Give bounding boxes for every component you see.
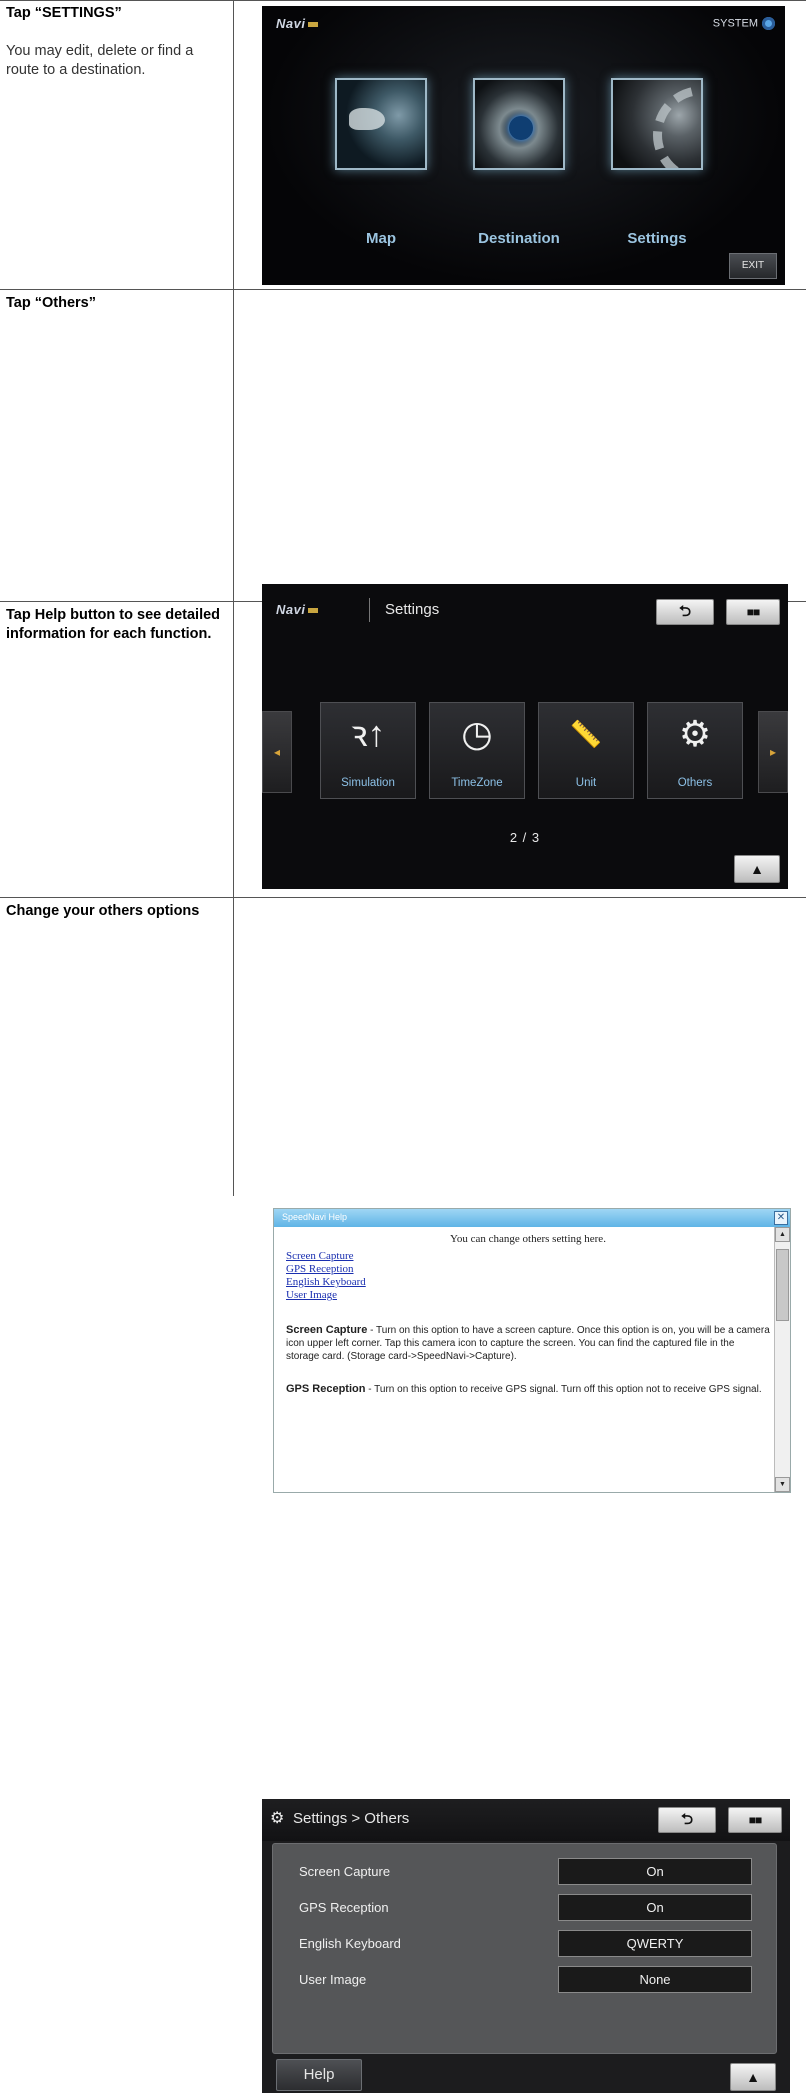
help-link-screen-capture[interactable]: Screen Capture [286,1250,770,1263]
settings-tile[interactable] [611,78,703,170]
help-window-title: SpeedNavi Help [282,1212,348,1222]
settings-label[interactable]: Settings [611,230,703,247]
scroll-up-icon[interactable]: ▲ [775,1227,790,1242]
system-label: SYSTEM [712,17,758,30]
help-intro: You can change others setting here. [450,1233,606,1245]
help-term: Screen Capture [286,1324,368,1336]
grid-icon: ■■ [748,1813,762,1827]
instruction-table: Tap “SETTINGS” You may edit, delete or f… [0,0,806,2093]
option-row-english-keyboard: English Keyboard QWERTY [273,1930,776,1960]
help-link-user-image[interactable]: User Image [286,1289,770,1302]
destination-label[interactable]: Destination [453,230,585,247]
help-screenshot: SpeedNavi Help ✕ You can change others s… [273,1208,791,1493]
main-menu-screenshot: Navi SYSTEM Map Destination Settings EXI… [262,6,785,285]
close-icon: ✕ [776,1212,786,1223]
option-row-user-image: User Image None [273,1966,776,1996]
help-paragraph-screen-capture: Screen Capture - Turn on this option to … [286,1324,770,1363]
navi-logo-text: Navi [276,16,306,31]
step-1-description: You may edit, delete or find a route to … [6,43,194,78]
others-title: Settings > Others [293,1810,410,1827]
scroll-down-icon[interactable]: ▼ [775,1477,790,1492]
step-2-text-cell: Tap “Others” [6,294,228,313]
others-settings-screenshot: ⚙ Settings > Others ⮌ ■■ Screen Capture … [262,1799,790,2093]
navi-logo: Navi [276,16,319,31]
step-4-title: Change your others options [6,903,200,919]
step-2-title: Tap “Others” [6,295,96,311]
step-row-4: Change your others options ⚙ Settings > … [0,898,806,2093]
system-gear-icon [762,17,775,30]
menu-grid-button[interactable]: ■■ [728,1807,782,1833]
up-arrow-icon: ▲ [746,2069,760,2085]
gear-icon: ⚙ [270,1810,285,1827]
gps-reception-toggle[interactable]: On [558,1894,752,1921]
others-header: ⚙ Settings > Others ⮌ ■■ [262,1799,790,1841]
screen-capture-toggle[interactable]: On [558,1858,752,1885]
exit-button[interactable]: EXIT [729,253,777,279]
user-image-selector[interactable]: None [558,1966,752,1993]
option-name: English Keyboard [299,1936,401,1951]
map-tile[interactable] [335,78,427,170]
step-3-text-cell: Tap Help button to see detailed informat… [6,606,228,644]
help-text: - Turn on this option to receive GPS sig… [365,1384,762,1395]
others-options-panel: Screen Capture On GPS Reception On Engli… [272,1843,777,2054]
step-1-title: Tap “SETTINGS” [6,5,122,21]
help-button[interactable]: Help [276,2059,362,2091]
destination-tile[interactable] [473,78,565,170]
help-scrollbar[interactable]: ▲ ▼ [774,1227,790,1492]
english-keyboard-selector[interactable]: QWERTY [558,1930,752,1957]
map-label[interactable]: Map [335,230,427,247]
help-title-bar: SpeedNavi Help ✕ [274,1209,790,1227]
back-button[interactable]: ⮌ [658,1807,716,1833]
step-row-3: Tap Help button to see detailed informat… [0,602,806,1493]
option-row-screen-capture: Screen Capture On [273,1858,776,1888]
close-button[interactable]: ✕ [774,1211,788,1225]
help-content: You can change others setting here. Scre… [286,1233,770,1491]
system-button[interactable]: SYSTEM [713,17,775,30]
option-name: GPS Reception [299,1900,389,1915]
help-paragraph-gps-reception: GPS Reception - Turn on this option to r… [286,1383,770,1396]
option-row-gps-reception: GPS Reception On [273,1894,776,1924]
option-name: Screen Capture [299,1864,391,1879]
help-term: GPS Reception [286,1383,366,1395]
step-4-text-cell: Change your others options [6,902,228,921]
scroll-thumb[interactable] [776,1249,789,1321]
step-1-text-cell: Tap “SETTINGS” You may edit, delete or f… [6,4,228,80]
up-button[interactable]: ▲ [730,2063,776,2091]
step-3-title: Tap Help button to see detailed informat… [6,607,221,642]
step-row-2: Tap “Others” Navi Settings ⮌ ■■ ◂ ꝛ↑ Sim… [0,290,806,889]
option-name: User Image [299,1972,367,1987]
step-row-1: Tap “SETTINGS” You may edit, delete or f… [0,0,806,290]
help-link-english-keyboard[interactable]: English Keyboard [286,1276,770,1289]
help-link-gps-reception[interactable]: GPS Reception [286,1263,770,1276]
back-arrow-icon: ⮌ [680,1811,693,1828]
